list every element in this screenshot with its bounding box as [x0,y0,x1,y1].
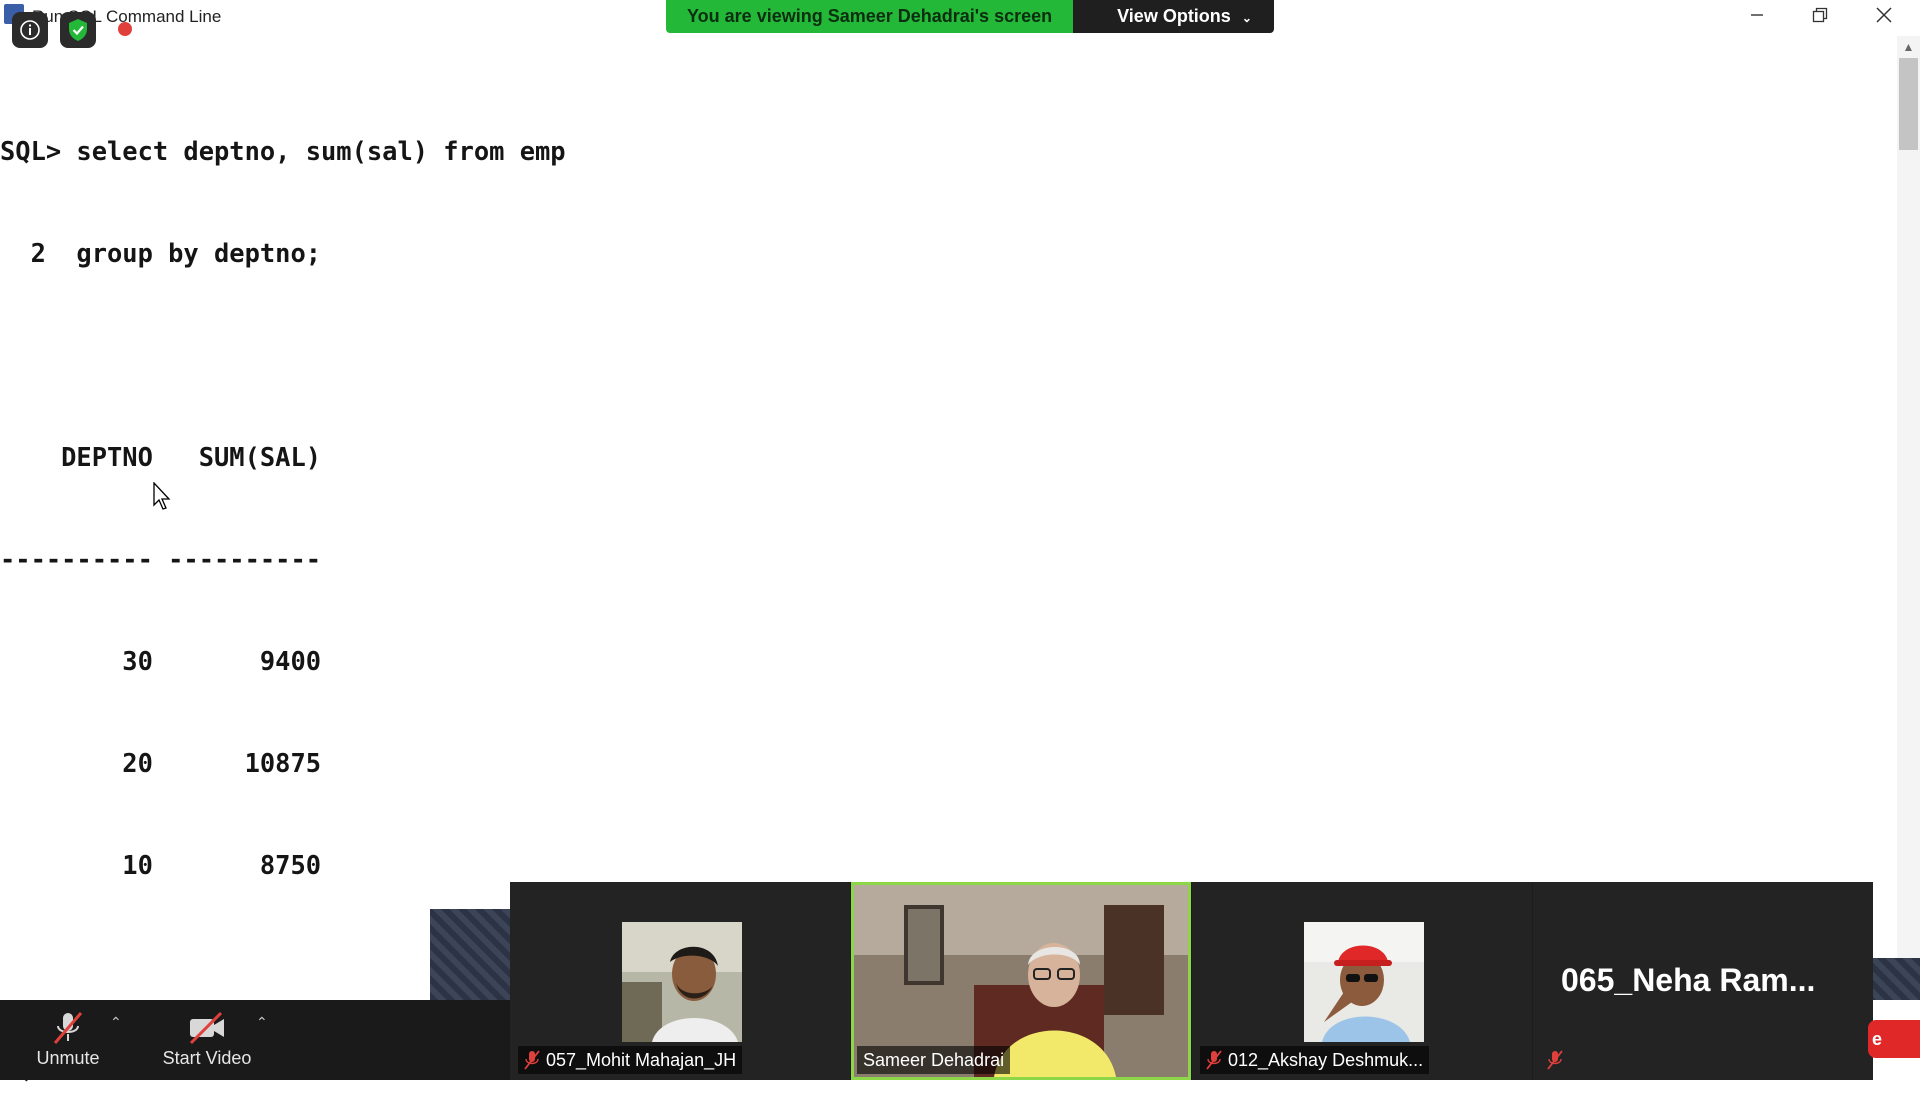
microphone-muted-icon [1206,1050,1222,1070]
close-icon[interactable] [1854,0,1914,30]
participant-name-tag: Sameer Dehadrai [857,1046,1011,1074]
start-video-label: Start Video [162,1048,252,1068]
audio-options-chevron-icon[interactable]: ⌃ [110,1014,122,1031]
console-line: 10 8750 [0,850,322,880]
console-line: 2 group by deptno; [0,238,322,268]
chevron-down-icon: ⌄ [1241,11,1252,25]
console-line: 30 9400 [0,646,322,676]
vertical-scrollbar[interactable]: ▲ [1897,36,1920,998]
console-line: DEPTNO SUM(SAL) [0,442,322,472]
console-line: 20 10875 [0,748,322,778]
participant-name-tag: 012_Akshay Deshmuk... [1200,1046,1430,1074]
view-options-button[interactable]: View Options ⌄ [1073,0,1274,33]
participant-avatar [622,922,742,1042]
scrollbar-thumb[interactable] [1899,58,1918,150]
restore-icon[interactable] [1790,0,1850,30]
title-bar: Run SQL Command Line You are viewing Sam… [0,0,1920,48]
participant-tile[interactable]: 065_Neha Ram... [1533,882,1873,1080]
participant-gallery: 057_Mohit Mahajan_JH Sameer Dehadrai 012… [510,882,1873,1080]
console-line: ---------- ---------- [0,544,322,574]
participant-name-tag: 057_Mohit Mahajan_JH [518,1046,743,1074]
microphone-muted-icon [524,1050,540,1070]
participant-tile[interactable]: 012_Akshay Deshmuk... [1192,882,1532,1080]
participant-name: 057_Mohit Mahajan_JH [546,1050,737,1070]
background-pattern [1868,958,1920,1000]
screen-share-text: You are viewing Sameer Dehadrai's screen [666,0,1074,33]
screen-share-banner: You are viewing Sameer Dehadrai's screen… [666,0,1274,33]
leave-button[interactable]: e [1868,1020,1920,1058]
view-options-label: View Options [1117,6,1231,26]
background-pattern [430,909,510,1000]
unmute-label: Unmute [36,1048,100,1068]
participant-name: 012_Akshay Deshmuk... [1228,1050,1424,1070]
minimize-icon[interactable] [1727,0,1787,30]
participant-name: Sameer Dehadrai [863,1050,1005,1070]
meeting-toolbar: Unmute ⌃ Start Video ⌃ [0,1000,510,1080]
video-off-icon [147,1008,267,1048]
info-icon[interactable] [12,12,48,48]
participant-name-tag [1541,1046,1569,1074]
mouse-pointer-icon [153,482,171,510]
recording-indicator-icon [118,22,132,36]
participant-avatar [1304,922,1424,1042]
encryption-shield-icon[interactable] [60,12,96,48]
participant-name-display: 065_Neha Ram... [1561,962,1816,998]
participant-tile[interactable]: 057_Mohit Mahajan_JH [510,882,850,1080]
scroll-up-arrow-icon[interactable]: ▲ [1897,36,1920,58]
active-speaker-tile[interactable]: Sameer Dehadrai [851,882,1191,1080]
microphone-muted-icon [1547,1050,1563,1070]
video-options-chevron-icon[interactable]: ⌃ [256,1014,268,1031]
start-video-button[interactable]: Start Video [147,1008,267,1078]
console-line: SQL> select deptno, sum(sal) from emp [0,136,566,166]
